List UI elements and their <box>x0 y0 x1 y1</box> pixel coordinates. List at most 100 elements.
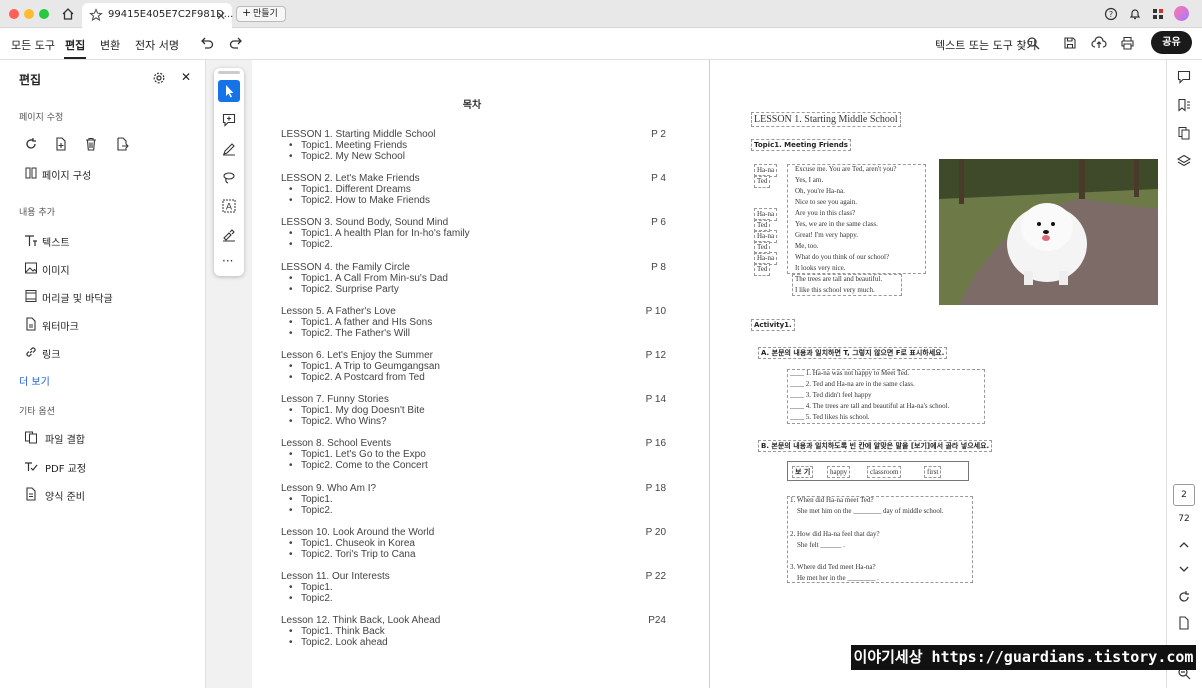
topic-heading: Topic1. Meeting Friends <box>751 139 851 151</box>
layers-icon[interactable] <box>1177 154 1191 168</box>
toc-topic: Topic1. A Trip to Geumgangsan <box>281 361 681 372</box>
share-button[interactable]: 공유 <box>1151 31 1192 54</box>
bookmark-list-icon[interactable] <box>1177 98 1191 112</box>
pen-icon[interactable] <box>222 142 236 156</box>
part-b-instruction: B. 본문의 내용과 일치하도록 빈 칸에 알맞은 말을 [보기]에서 골라 넣… <box>758 440 993 452</box>
toc-lesson-title: Lesson 10. Look Around the World <box>281 526 435 538</box>
speaker-label: Ted <box>754 175 771 188</box>
comment-add-icon[interactable] <box>222 113 236 127</box>
lasso-icon[interactable] <box>222 171 236 185</box>
gear-icon[interactable] <box>152 71 166 85</box>
refresh-icon[interactable] <box>1177 590 1191 604</box>
toc-lesson-title: LESSON 3. Sound Body, Sound Mind <box>281 217 449 229</box>
toc-topic: Topic1. <box>281 582 681 593</box>
close-tab-icon[interactable]: ✕ <box>216 9 226 23</box>
sidebar-item-label: 링크 <box>42 350 61 361</box>
chevron-up-icon[interactable] <box>1177 539 1191 551</box>
toc-topic: Topic1. A Call From Min-su's Dad <box>281 273 681 284</box>
page-number-input[interactable]: 2 <box>1173 484 1195 506</box>
insert-page-icon[interactable] <box>54 137 68 151</box>
search-icon[interactable] <box>1026 36 1040 50</box>
toc-lesson-title: Lesson 5. A Father's Love <box>281 305 396 317</box>
avatar[interactable] <box>1174 6 1189 21</box>
toc-page-number: P24 <box>648 615 666 627</box>
rotate-icon[interactable] <box>24 137 38 151</box>
speaker-label: Ted <box>754 263 771 276</box>
svg-text:A: A <box>226 203 233 213</box>
section-add-content: 내용 추가 <box>19 208 55 218</box>
extra-line: I like this school very much. <box>795 286 875 294</box>
page-fit-icon[interactable] <box>1177 616 1191 630</box>
true-false-item: ____ 5. Ted likes his school. <box>790 413 870 421</box>
form-icon <box>24 487 38 501</box>
menu-convert[interactable]: 변환 <box>100 37 120 53</box>
toc-topic: Topic2. <box>281 505 681 516</box>
menu-all-tools[interactable]: 모든 도구 <box>11 37 55 53</box>
close-panel-icon[interactable]: ✕ <box>181 70 191 84</box>
tab-title: 99415E405E7C2F981D... <box>108 9 234 20</box>
sidebar-item-label: 워터마크 <box>42 322 79 333</box>
minimize-window-button[interactable] <box>24 9 34 19</box>
title-bar: 99415E405E7C2F981D... ✕ + 만들기 ? <box>0 0 1202 28</box>
activity-heading: Activity1. <box>751 319 795 331</box>
copy-pages-icon[interactable] <box>1177 126 1191 140</box>
true-false-item: ____ 3. Ted didn't feel happy <box>790 391 872 399</box>
toc-entry: LESSON 1. Starting Middle SchoolP 2Topic… <box>281 129 681 162</box>
page-compose-icon <box>24 166 38 180</box>
toc-topic: Topic1. Different Dreams <box>281 184 681 195</box>
comment-icon[interactable] <box>1177 70 1191 84</box>
svg-text:?: ? <box>1109 10 1113 19</box>
home-icon[interactable] <box>61 7 75 21</box>
menu-esign[interactable]: 전자 서명 <box>135 37 179 53</box>
close-window-button[interactable] <box>9 9 19 19</box>
question-line: He met her in the ________ . <box>797 574 879 582</box>
more-tools-icon[interactable]: ··· <box>222 254 233 268</box>
more-link[interactable]: 더 보기 <box>19 373 50 388</box>
toc-entry: Lesson 10. Look Around the WorldP 20Topi… <box>281 527 681 560</box>
text-box-icon[interactable]: A <box>222 199 236 213</box>
new-tab-button[interactable]: + 만들기 <box>236 6 286 22</box>
toc-lesson-title: LESSON 2. Let's Make Friends <box>281 173 420 185</box>
bogi-box: 보 기 happy classroom first <box>787 461 969 481</box>
apps-grid-icon[interactable] <box>1151 7 1165 21</box>
combine-files-icon <box>24 430 38 444</box>
active-tab-underline <box>64 57 86 59</box>
select-tool-button[interactable] <box>218 80 240 102</box>
toc-topic: Topic2. A Postcard from Ted <box>281 372 681 383</box>
print-icon[interactable] <box>1120 36 1135 50</box>
toc-topic: Topic1. Meeting Friends <box>281 140 681 151</box>
toc-entry: Lesson 12. Think Back, Look AheadP24Topi… <box>281 615 681 648</box>
toc-topic: Topic1. Chuseok in Korea <box>281 538 681 549</box>
help-icon[interactable]: ? <box>1104 7 1118 21</box>
extract-page-icon[interactable] <box>115 137 129 151</box>
toc-lesson-title: Lesson 8. School Events <box>281 438 392 450</box>
save-icon[interactable] <box>1063 36 1077 50</box>
dialogue-line: Me, too. <box>795 242 819 250</box>
menu-edit[interactable]: 편집 <box>65 37 85 53</box>
star-icon[interactable] <box>89 8 103 22</box>
redo-icon[interactable] <box>228 36 244 50</box>
watermark-caption: 이야기세상 https://guardians.tistory.com <box>851 645 1196 670</box>
trash-icon[interactable] <box>84 137 98 151</box>
chevron-down-icon[interactable] <box>1177 563 1191 575</box>
drag-handle[interactable] <box>218 71 240 74</box>
sidebar-item-label: 이미지 <box>42 266 70 277</box>
zoom-window-button[interactable] <box>39 9 49 19</box>
toc-entry: LESSON 3. Sound Body, Sound MindP 6Topic… <box>281 217 681 250</box>
document-tab[interactable]: 99415E405E7C2F981D... ✕ <box>82 3 234 28</box>
question-line: She felt ______ . <box>797 541 845 549</box>
toc-lesson-title: Lesson 6. Let's Enjoy the Summer <box>281 350 433 361</box>
bell-icon[interactable] <box>1128 7 1142 21</box>
question-line: 3. Where did Ted meet Ha-na? <box>790 563 876 571</box>
search-label[interactable]: 텍스트 또는 도구 찾기 <box>935 37 1037 53</box>
toc-entry: Lesson 9. Who Am I? P 18Topic1.Topic2. <box>281 483 681 516</box>
cloud-upload-icon[interactable] <box>1091 36 1107 50</box>
lesson-title: LESSON 1. Starting Middle School <box>751 112 901 127</box>
question-line: 2. How did Ha-na feel that day? <box>790 530 880 538</box>
toc-topic: Topic2. <box>281 593 681 604</box>
toc-topic: Topic2. Surprise Party <box>281 284 681 295</box>
sign-icon[interactable] <box>222 228 236 242</box>
undo-icon[interactable] <box>199 36 215 50</box>
dialogue-line: What do you think of our school? <box>795 253 890 261</box>
toc-topic: Topic1. A health Plan for In-ho's family <box>281 228 681 239</box>
